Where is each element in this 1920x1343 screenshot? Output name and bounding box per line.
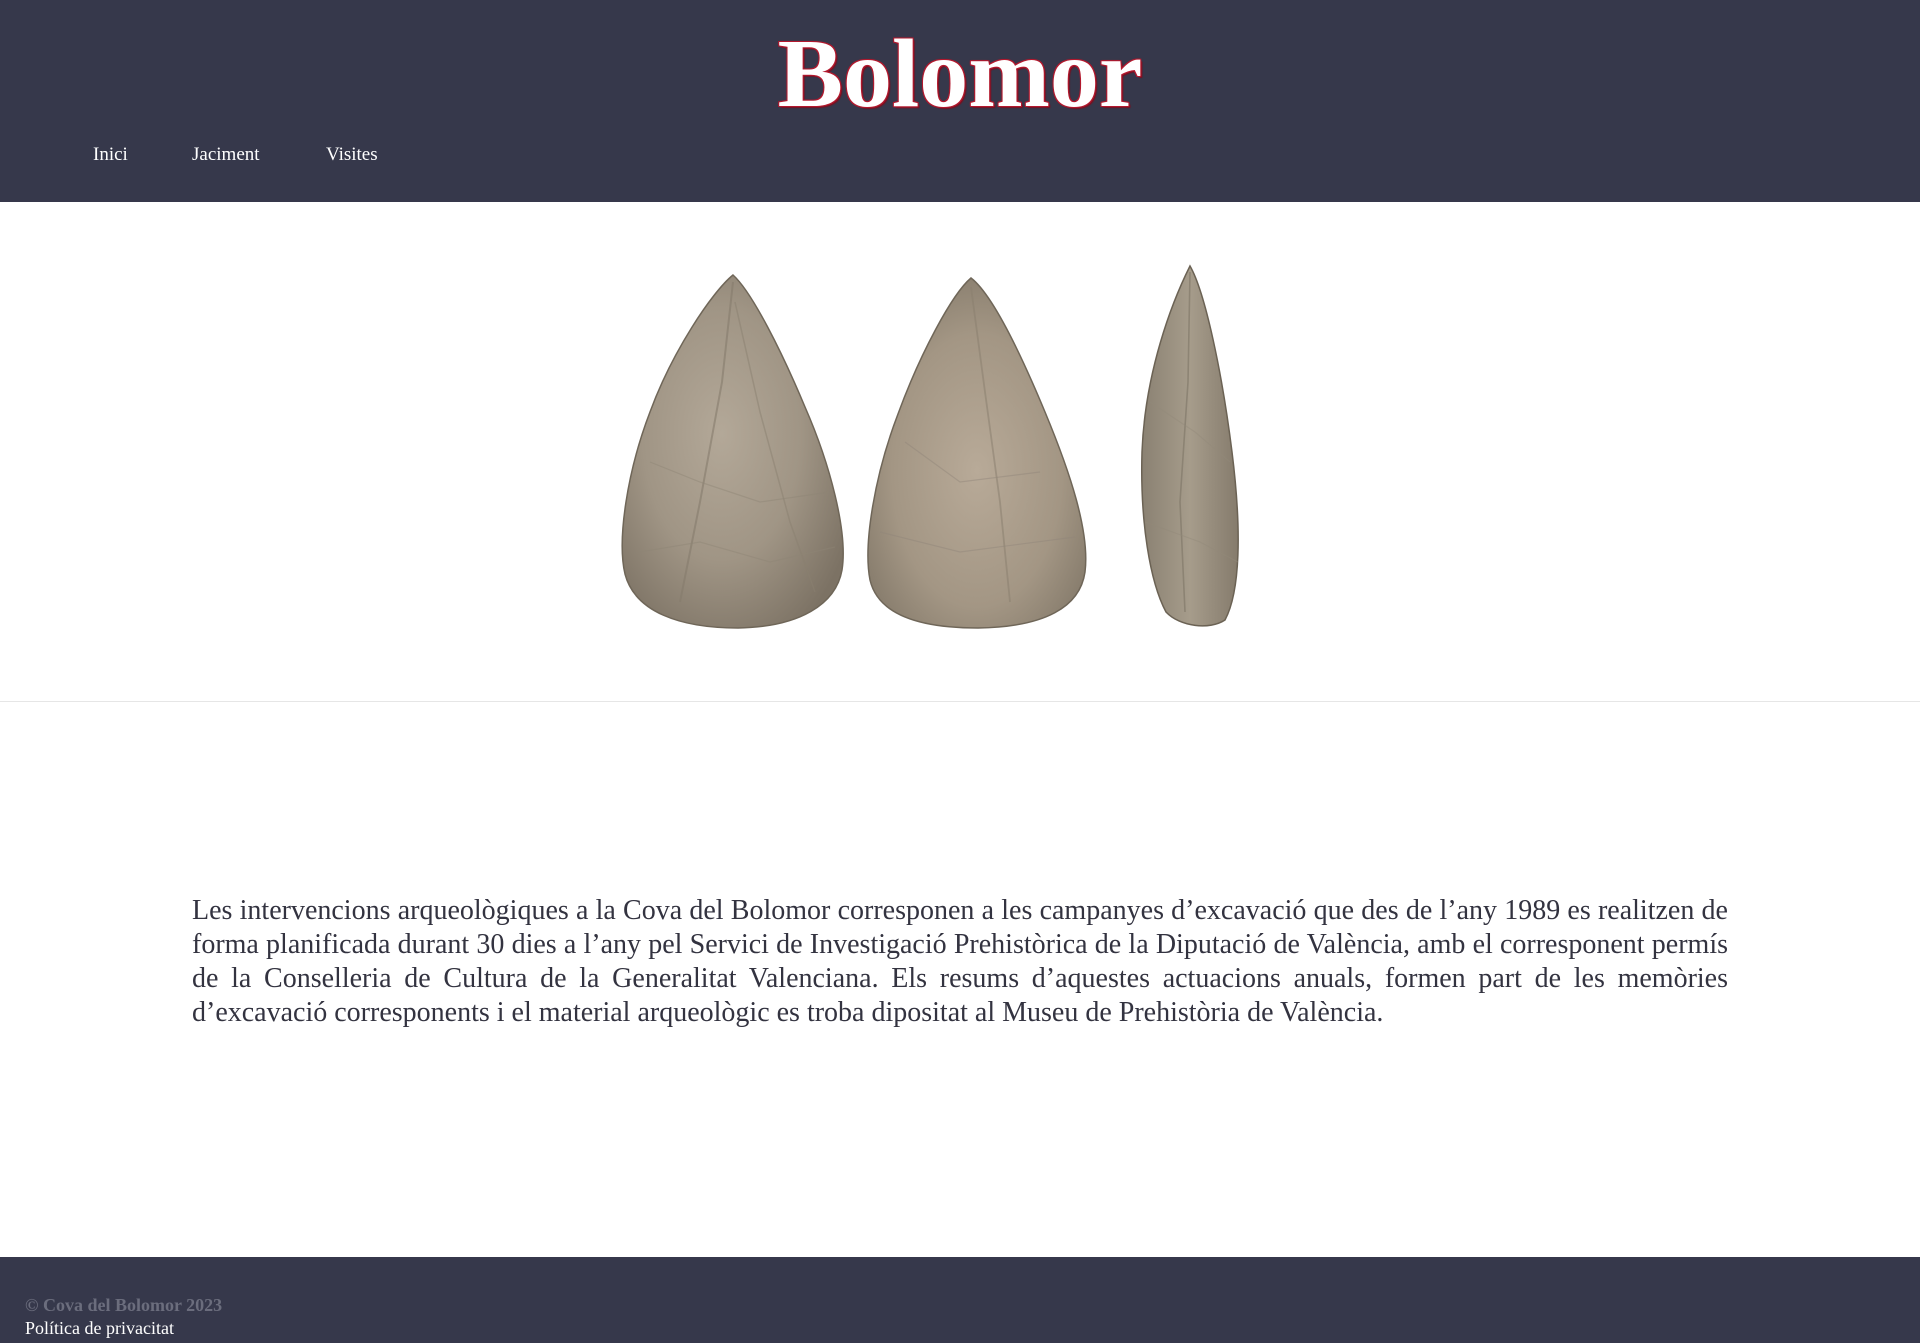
handaxe-front-2 [867, 277, 1087, 629]
handaxe-stone-tools-image [621, 264, 1239, 629]
handaxe-front-1 [621, 274, 844, 629]
site-header: Bolomor Inici Jaciment Visites [0, 0, 1920, 202]
site-title[interactable]: Bolomor [0, 14, 1920, 134]
handaxe-side-view [1140, 264, 1239, 627]
privacy-policy-link[interactable]: Política de privacitat [25, 1318, 174, 1339]
nav-item-visites[interactable]: Visites [326, 144, 378, 166]
hero-section [0, 202, 1920, 702]
nav-item-inici[interactable]: Inici [93, 144, 128, 166]
hero-divider [0, 701, 1920, 702]
copyright-text: © Cova del Bolomor 2023 [25, 1295, 223, 1315]
nav-item-jaciment[interactable]: Jaciment [192, 144, 260, 166]
site-footer: © Cova del Bolomor 2023 Política de priv… [0, 1257, 1920, 1343]
intro-paragraph: Les intervencions arqueològiques a la Co… [192, 895, 1728, 1028]
